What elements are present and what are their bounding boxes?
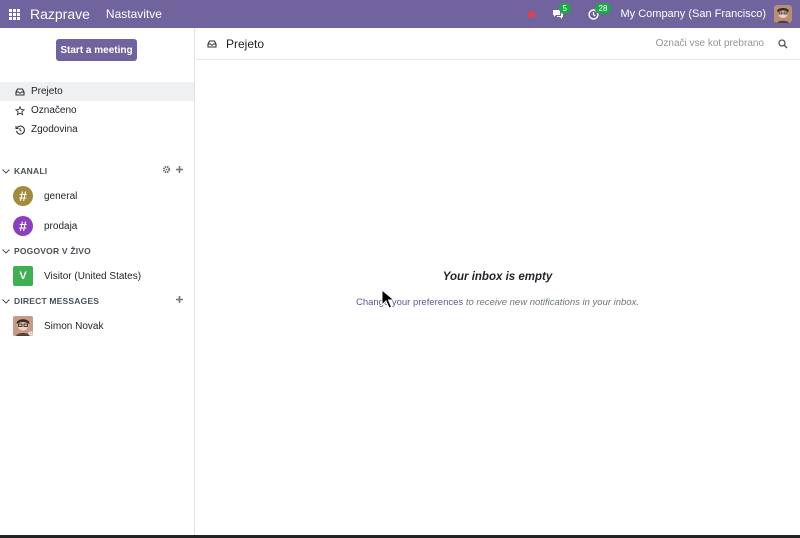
mouse-cursor-icon [381,288,396,312]
menu-settings[interactable]: Nastavitve [106,7,162,21]
visitor-avatar: V [13,266,33,286]
empty-inbox-title: Your inbox is empty [442,271,553,283]
livechat-label: Visitor (United States) [44,270,142,282]
history-icon [13,125,27,135]
messages-button[interactable]: 5 [547,0,571,28]
section-title: DIRECT MESSAGES [14,296,100,306]
channel-label: prodaja [44,220,78,232]
app-title[interactable]: Razprave [30,6,90,22]
start-meeting-button[interactable]: Start a meeting [56,39,137,61]
company-switcher[interactable]: My Company (San Francisco) [621,8,767,20]
section-title: POGOVOR V ŽIVO [14,246,91,256]
apps-menu-icon[interactable] [0,0,28,28]
channel-label: general [44,190,78,202]
chevron-down-icon [2,298,14,304]
sidebar: Start a meeting Prejeto Označeno Zgodovi… [0,28,195,538]
empty-inbox-message: Change your preferences to receive new n… [195,297,800,308]
page-title: Prejeto [226,36,265,51]
empty-inbox-text: to receive new notifications in your inb… [465,297,640,308]
channel-item-prodaja[interactable]: # prodaja [0,213,194,239]
livechat-section-header[interactable]: POGOVOR V ŽIVO [0,243,194,259]
activities-button[interactable]: 28 [583,0,612,28]
top-navbar: Razprave Nastavitve 5 28 My Company (San… [0,0,800,28]
channels-section-header[interactable]: KANALI [0,163,194,179]
chevron-down-icon [2,248,14,254]
recording-dot-icon[interactable] [527,10,535,18]
thread-header: Prejeto Označi vse kot prebrano [195,28,800,60]
gear-icon[interactable] [162,165,171,177]
messages-badge: 5 [558,3,571,14]
avatar [13,316,33,336]
dm-label: Simon Novak [44,320,104,332]
livechat-item-visitor[interactable]: V Visitor (United States) [0,263,194,289]
sidebar-item-starred[interactable]: Označeno [0,101,194,120]
hashtag-icon: # [13,186,33,206]
section-title: KANALI [14,166,48,176]
activities-badge: 28 [594,3,612,14]
inbox-icon [207,39,217,48]
dm-item-simon-novak[interactable]: Simon Novak [0,313,194,339]
search-icon[interactable] [778,38,788,49]
inbox-icon [13,87,27,96]
main-panel: Prejeto Označi vse kot prebrano Your inb… [195,28,800,538]
sidebar-item-label: Prejeto [31,86,63,97]
sidebar-item-inbox[interactable]: Prejeto [0,82,194,101]
star-icon [13,105,27,116]
direct-messages-section-header[interactable]: DIRECT MESSAGES [0,293,194,309]
change-preferences-link[interactable]: Change your preferences [356,297,463,308]
hashtag-icon: # [13,216,33,236]
sidebar-item-history[interactable]: Zgodovina [0,120,194,139]
add-direct-message-icon[interactable] [175,295,184,307]
channel-item-general[interactable]: # general [0,183,194,209]
add-channel-icon[interactable] [175,165,184,177]
mark-all-read-button[interactable]: Označi vse kot prebrano [656,38,764,49]
sidebar-item-label: Označeno [31,105,77,116]
sidebar-item-label: Zgodovina [31,124,78,135]
chevron-down-icon [2,168,14,174]
user-avatar[interactable] [774,5,792,23]
